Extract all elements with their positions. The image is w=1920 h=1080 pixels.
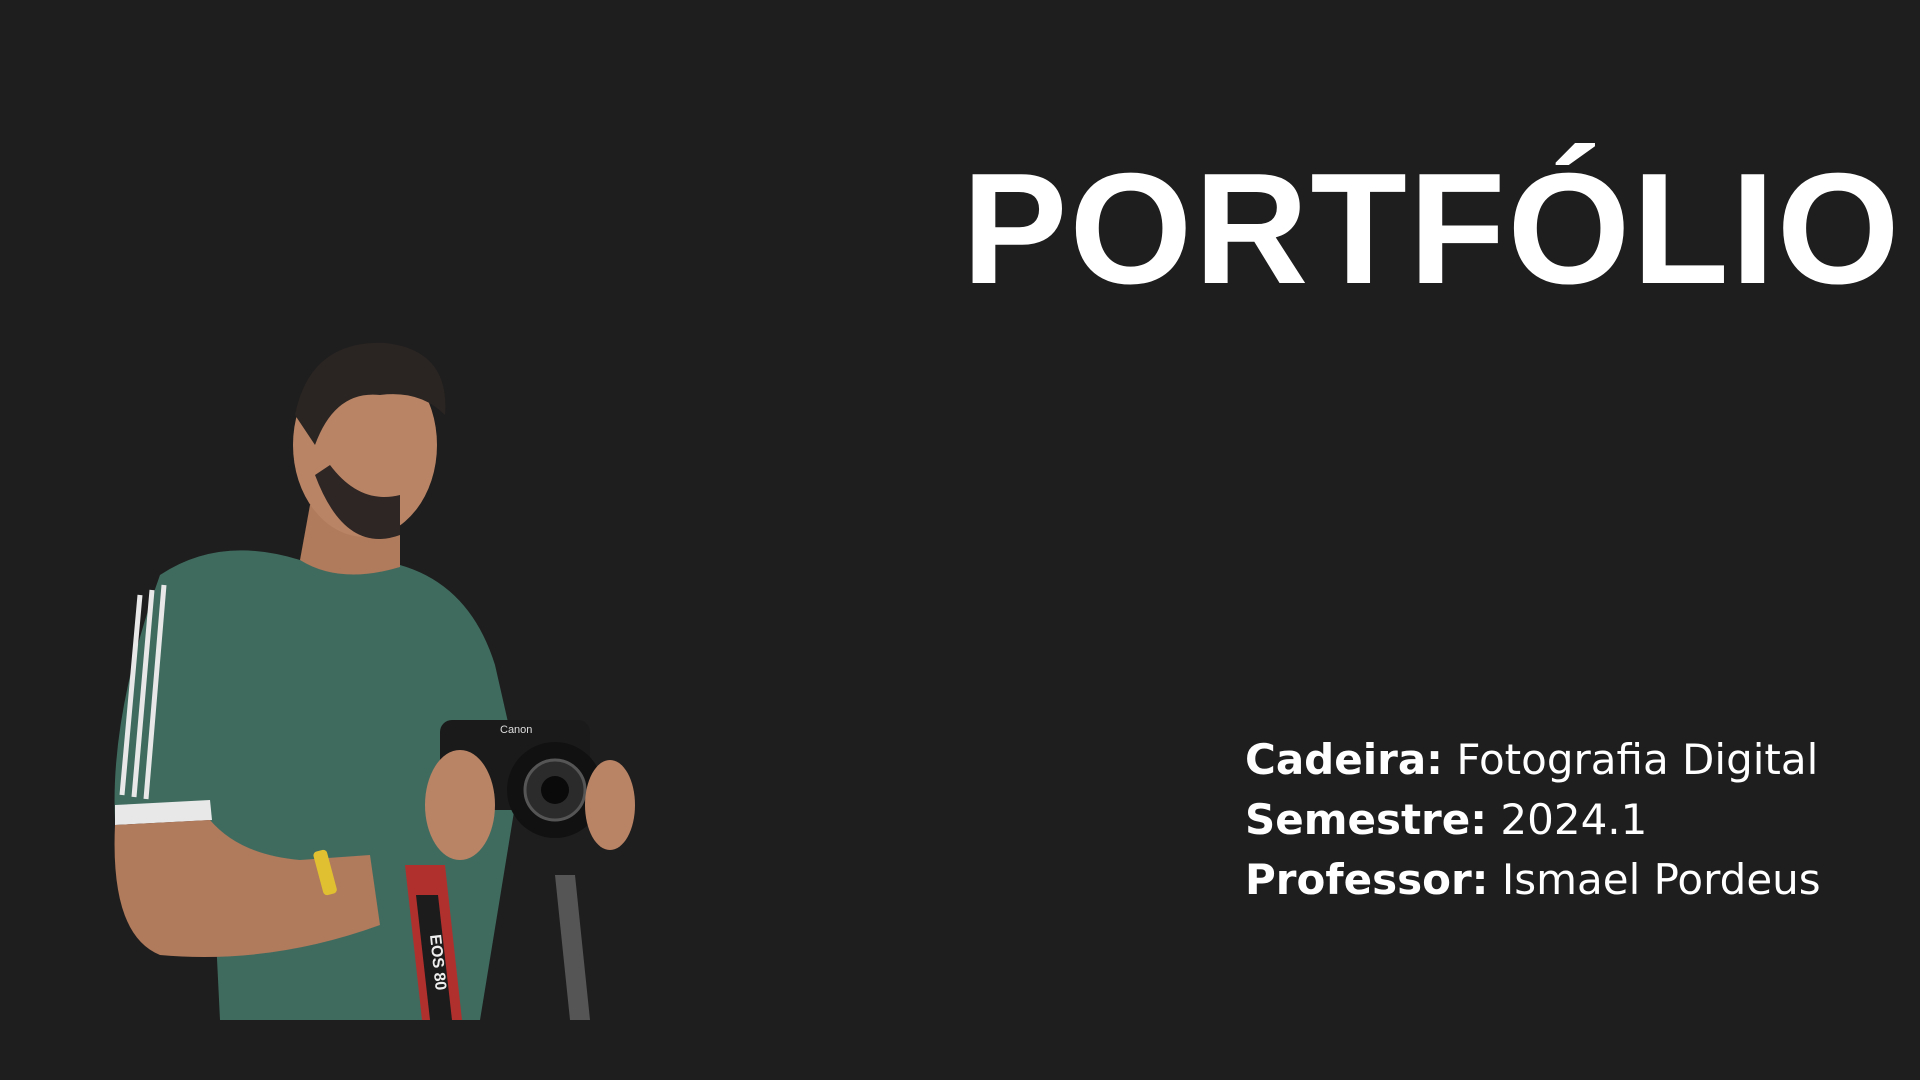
photographer-photo: Canon EOS 80 (100, 335, 670, 1020)
detail-professor: Professor: Ismael Pordeus (1245, 855, 1821, 904)
page-title: PORTFÓLIO (962, 141, 1902, 317)
camera-brand: Canon (500, 724, 532, 736)
course-details: Cadeira: Fotografia Digital Semestre: 20… (1245, 730, 1821, 910)
detail-cadeira: Cadeira: Fotografia Digital (1245, 735, 1819, 784)
detail-semestre: Semestre: 2024.1 (1245, 795, 1648, 844)
